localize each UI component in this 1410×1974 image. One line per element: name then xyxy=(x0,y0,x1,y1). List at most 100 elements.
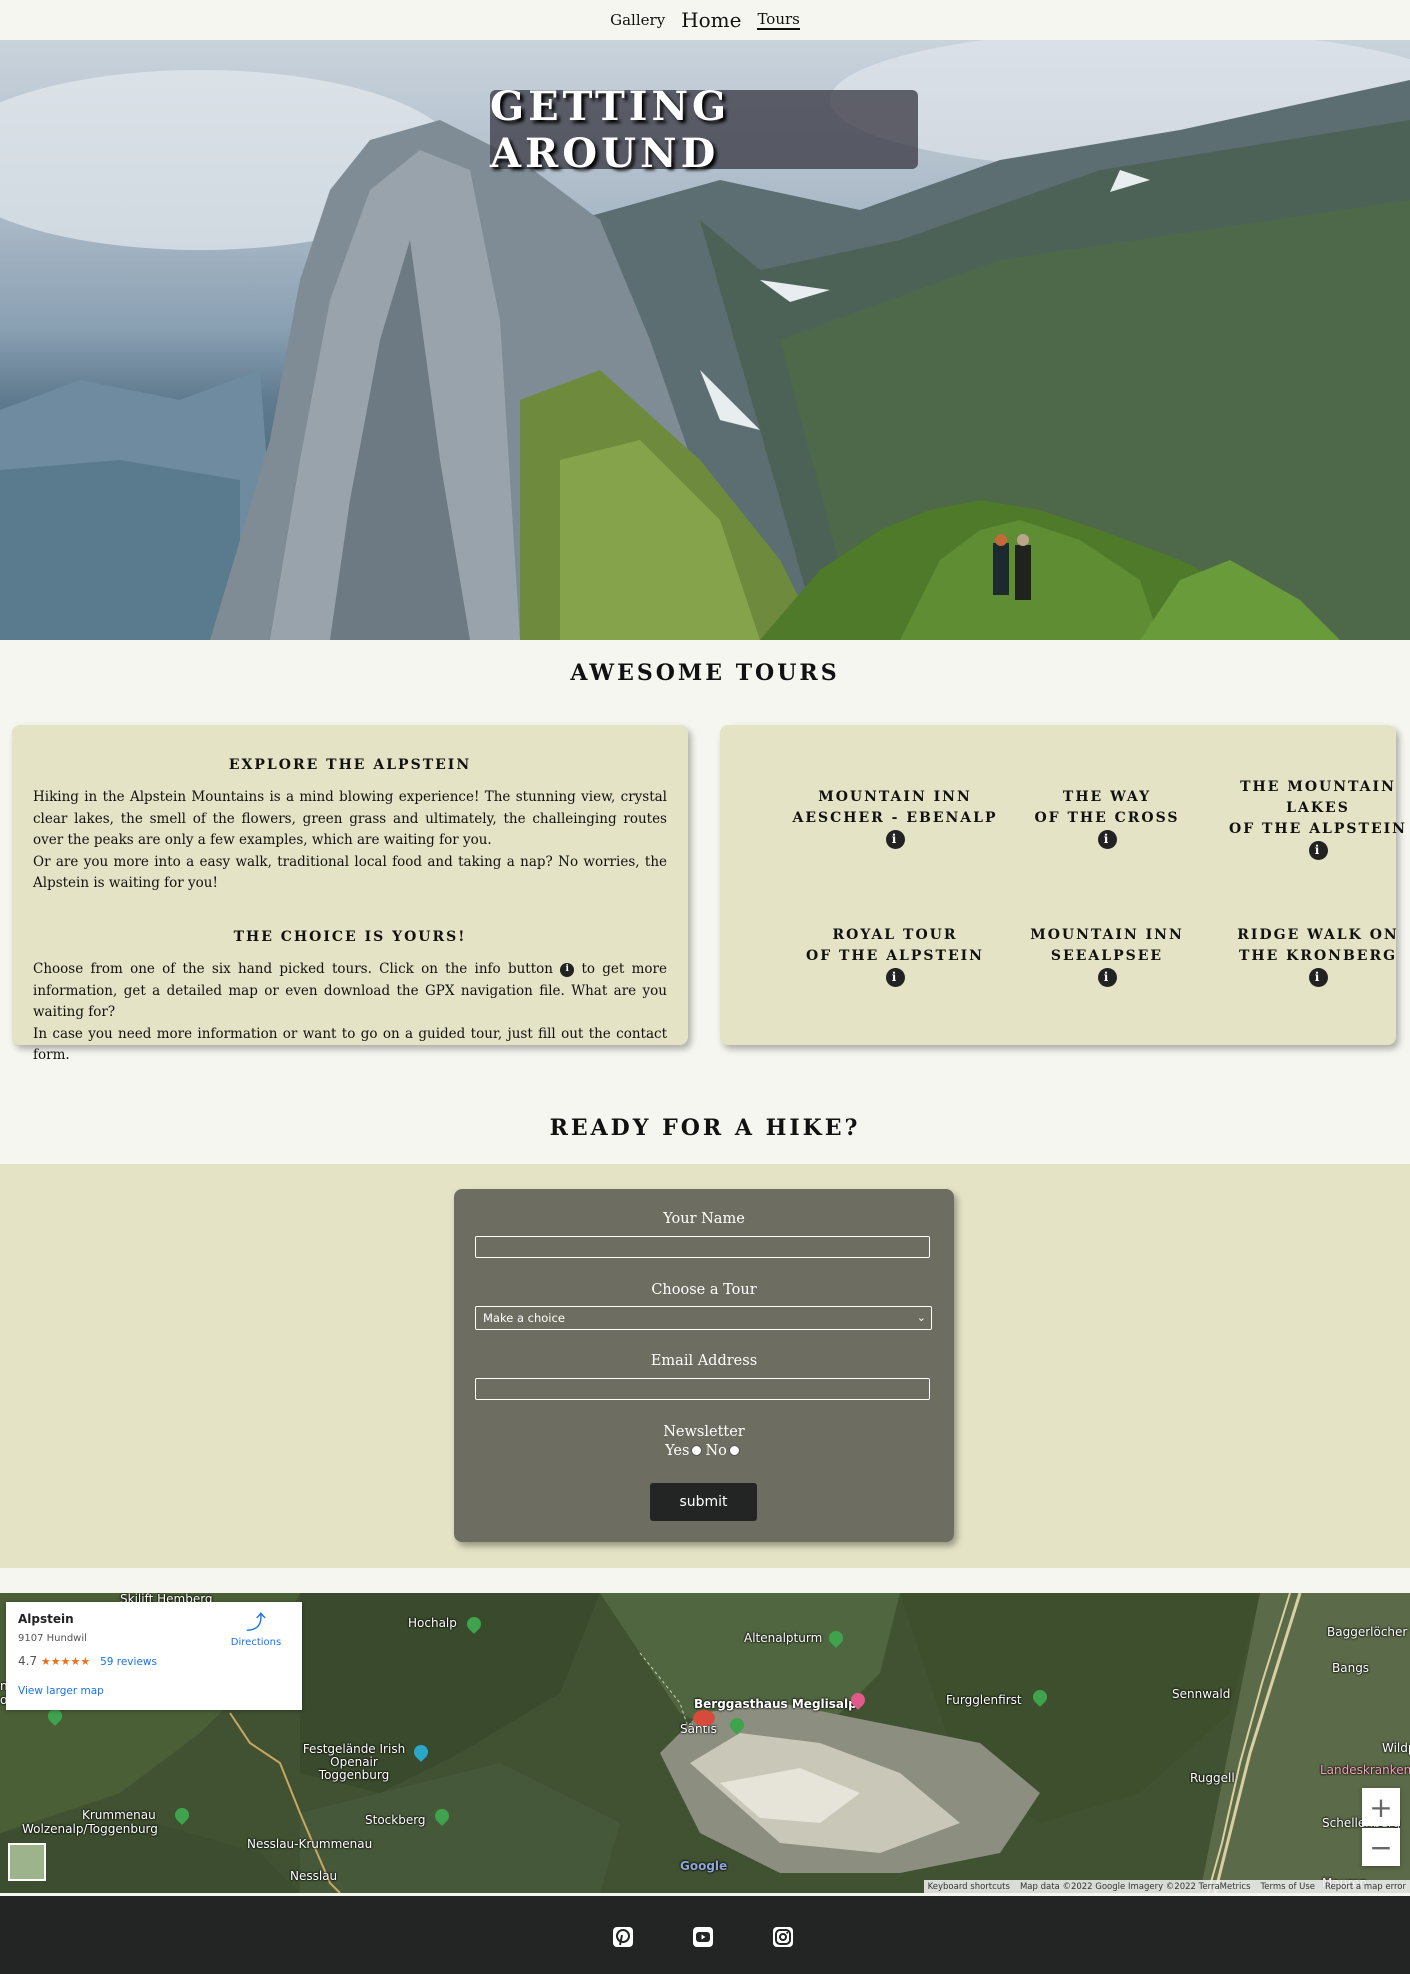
pinterest-icon[interactable] xyxy=(612,1926,634,1948)
info-button[interactable]: i xyxy=(1097,968,1117,987)
place-address: 9107 Hundwil xyxy=(18,1633,87,1644)
map-label: Nesslau-Krummenau xyxy=(247,1837,373,1851)
tour-item: MOUNTAIN INN AESCHER - EBENALP i xyxy=(790,787,1000,850)
newsletter-options: Yes No xyxy=(454,1443,954,1459)
embedded-map[interactable]: Skilift Hemberg Hochalp Altenalpturm Ber… xyxy=(0,1593,1410,1893)
explore-paragraph-2: Or are you more into a easy walk, tradit… xyxy=(33,853,667,892)
nav-home-link[interactable]: Home xyxy=(681,8,741,32)
tour-item: RIDGE WALK ON THE KRONBERG i xyxy=(1213,925,1410,988)
top-navigation: Gallery Home Tours xyxy=(0,0,1410,41)
name-input[interactable] xyxy=(475,1236,930,1258)
awesome-tours-heading: AWESOME TOURS xyxy=(570,660,840,686)
contact-form: Your Name Choose a Tour Make a choice ⌄ … xyxy=(454,1189,954,1542)
tour-title-line: MOUNTAIN INN xyxy=(1030,927,1184,943)
newsletter-yes-label: Yes xyxy=(665,1443,690,1459)
map-label: Furgglenfirst xyxy=(946,1693,1022,1707)
reviews-link[interactable]: 59 reviews xyxy=(100,1656,157,1668)
map-label: Nesslau xyxy=(290,1869,338,1883)
map-label: Sennwald xyxy=(1172,1687,1231,1701)
youtube-icon[interactable] xyxy=(692,1926,714,1948)
tour-title-line: SEEALPSEE xyxy=(1050,948,1164,964)
map-label: Stockberg xyxy=(365,1813,426,1827)
directions-button[interactable]: ⤴ Directions xyxy=(221,1612,291,1648)
footer xyxy=(0,1896,1410,1974)
explore-paragraph: Hiking in the Alpstein Mountains is a mi… xyxy=(33,789,667,848)
newsletter-yes-radio[interactable] xyxy=(691,1444,703,1456)
map-label: Landeskranken xyxy=(1320,1763,1410,1777)
map-label: Altenalpturm xyxy=(744,1631,823,1645)
hero-title: GETTING AROUND xyxy=(490,83,918,177)
tour-select-value: Make a choice xyxy=(483,1311,565,1325)
keyboard-shortcuts-link[interactable]: Keyboard shortcuts xyxy=(928,1882,1010,1892)
map-label: Hochalp xyxy=(408,1616,457,1630)
tour-title-line: MOUNTAIN INN xyxy=(818,789,972,805)
map-label: Baggerlöcher xyxy=(1327,1625,1408,1639)
tour-item: THE WAY OF THE CROSS i xyxy=(1002,787,1212,850)
tour-title-line: LAKES xyxy=(1286,800,1350,816)
map-label: Festgelände Irish Openair Toggenburg xyxy=(302,1742,406,1782)
place-info-card: Alpstein 9107 Hundwil 4.7 ★★★★★ 59 revie… xyxy=(6,1602,302,1710)
name-label: Your Name xyxy=(663,1211,745,1227)
map-label: Wolzenalp/Toggenburg xyxy=(22,1822,158,1836)
view-larger-map-link[interactable]: View larger map xyxy=(18,1685,104,1697)
tour-title-line: OF THE ALPSTEIN xyxy=(806,948,984,964)
place-name: Alpstein xyxy=(18,1612,74,1626)
map-label: Krummenau xyxy=(82,1808,156,1822)
newsletter-label: Newsletter xyxy=(663,1424,745,1440)
tour-title-line: THE KRONBERG xyxy=(1238,948,1398,964)
choice-text-before: Choose from one of the six hand picked t… xyxy=(33,961,553,977)
zoom-in-button[interactable]: + xyxy=(1362,1788,1400,1826)
nav-tours-link[interactable]: Tours xyxy=(757,10,800,30)
tour-item: ROYAL TOUR OF THE ALPSTEIN i xyxy=(790,925,1000,988)
info-button[interactable]: i xyxy=(1308,968,1328,987)
tours-card: MOUNTAIN INN AESCHER - EBENALP i THE WAY… xyxy=(720,725,1405,1045)
rating-value: 4.7 xyxy=(18,1654,38,1668)
chevron-down-icon: ⌄ xyxy=(916,1311,926,1324)
place-rating: 4.7 ★★★★★ 59 reviews xyxy=(18,1654,157,1668)
tour-select[interactable]: Make a choice ⌄ xyxy=(475,1306,932,1330)
map-label: Wildpark F xyxy=(1382,1741,1410,1755)
google-logo: Google xyxy=(680,1859,728,1873)
terms-link[interactable]: Terms of Use xyxy=(1261,1882,1316,1892)
info-button[interactable]: i xyxy=(885,830,905,849)
email-input[interactable] xyxy=(475,1378,930,1400)
info-button[interactable]: i xyxy=(1308,841,1328,860)
tour-item: MOUNTAIN INN SEEALPSEE i xyxy=(1002,925,1212,988)
explore-heading: EXPLORE THE ALPSTEIN xyxy=(228,757,472,773)
rating-stars: ★★★★★ xyxy=(40,1655,91,1668)
map-data-text: Map data ©2022 Google Imagery ©2022 Terr… xyxy=(1019,1881,1251,1892)
tour-title-line: RIDGE WALK ON xyxy=(1237,927,1399,943)
map-label: Ruggell xyxy=(1190,1771,1235,1785)
choice-paragraph-2: In case you need more information or wan… xyxy=(33,1025,667,1064)
tour-title-line: OF THE CROSS xyxy=(1034,810,1180,826)
hero-image: GETTING AROUND xyxy=(0,40,1410,640)
explore-card: EXPLORE THE ALPSTEIN Hiking in the Alpst… xyxy=(12,725,688,1063)
tour-label: Choose a Tour xyxy=(651,1282,757,1298)
newsletter-no-label: No xyxy=(705,1443,727,1459)
zoom-out-button[interactable]: − xyxy=(1362,1828,1400,1866)
tour-title-line: ROYAL TOUR xyxy=(832,927,958,943)
report-error-link[interactable]: Report a map error xyxy=(1325,1882,1406,1892)
location-marker-icon[interactable] xyxy=(693,1710,715,1726)
info-icon: i xyxy=(560,962,575,977)
tour-title-line: AESCHER - EBENALP xyxy=(792,810,998,826)
map-label: Berggasthaus Meglisalp xyxy=(694,1697,857,1711)
info-button[interactable]: i xyxy=(1097,830,1117,849)
map-attribution: Keyboard shortcuts Map data ©2022 Google… xyxy=(923,1880,1410,1893)
info-button[interactable]: i xyxy=(885,968,905,987)
tour-title-line: OF THE ALPSTEIN xyxy=(1229,821,1407,837)
map-label: Bangs xyxy=(1332,1661,1370,1675)
hike-heading: READY FOR A HIKE? xyxy=(549,1115,861,1141)
nav-gallery-link[interactable]: Gallery xyxy=(610,11,665,29)
directions-icon: ⤴ xyxy=(246,1610,266,1634)
directions-label: Directions xyxy=(230,1637,282,1648)
tour-item: THE MOUNTAIN LAKES OF THE ALPSTEIN i xyxy=(1213,777,1410,861)
tour-title-line: THE WAY xyxy=(1062,789,1152,805)
instagram-icon[interactable] xyxy=(772,1926,794,1948)
tour-title-line: THE MOUNTAIN xyxy=(1240,779,1396,795)
choice-heading: THE CHOICE IS YOURS! xyxy=(233,929,467,945)
choice-paragraph: Choose from one of the six hand picked t… xyxy=(33,959,667,1024)
newsletter-no-radio[interactable] xyxy=(728,1444,740,1456)
map-type-toggle[interactable] xyxy=(8,1843,46,1881)
submit-button[interactable]: submit xyxy=(650,1483,757,1521)
